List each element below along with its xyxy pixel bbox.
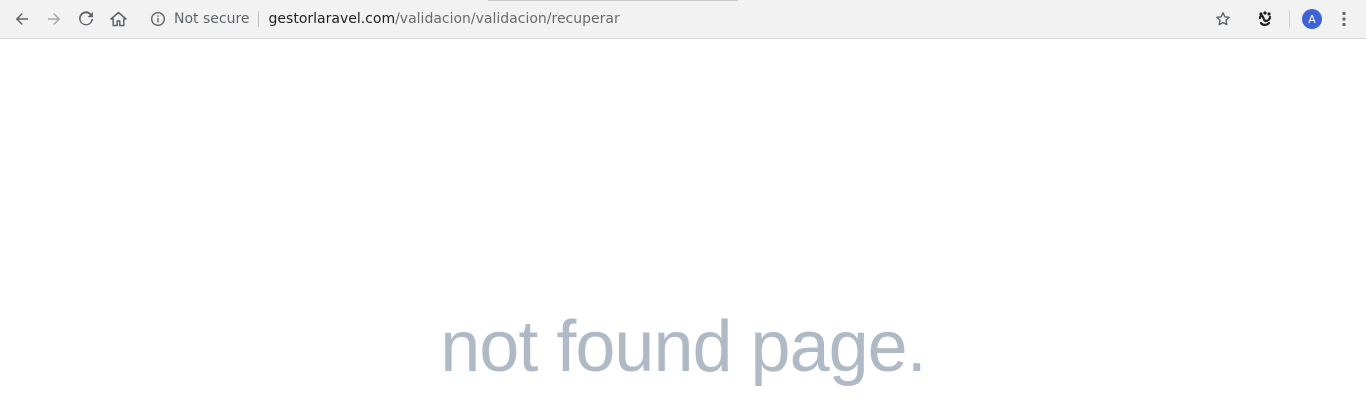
url-host[interactable]: gestorlaravel.com bbox=[269, 11, 396, 27]
omnibox-divider bbox=[257, 11, 259, 27]
profile-button[interactable]: A bbox=[1299, 6, 1325, 32]
extension-button[interactable] bbox=[1252, 6, 1278, 32]
page-content: not found page. bbox=[0, 39, 1366, 405]
security-label[interactable]: Not secure bbox=[174, 11, 250, 27]
star-icon bbox=[1216, 12, 1230, 26]
browser-menu-button[interactable] bbox=[1331, 6, 1357, 32]
not-found-message: not found page. bbox=[440, 307, 926, 387]
arrow-right-icon bbox=[48, 13, 61, 25]
arrow-left-icon bbox=[15, 13, 28, 25]
kebab-menu-icon bbox=[1342, 11, 1346, 27]
home-button[interactable] bbox=[105, 6, 131, 32]
address-bar[interactable]: Not secure gestorlaravel.com/validacion/… bbox=[140, 4, 1240, 34]
forward-button[interactable] bbox=[41, 6, 67, 32]
avatar: A bbox=[1302, 9, 1322, 29]
reload-icon bbox=[79, 11, 93, 26]
toolbar-separator bbox=[1289, 10, 1290, 28]
home-icon bbox=[109, 11, 127, 27]
browser-toolbar: Not secure gestorlaravel.com/validacion/… bbox=[0, 0, 1366, 39]
tab-indicator bbox=[488, 0, 738, 1]
reload-button[interactable] bbox=[73, 6, 99, 32]
info-icon[interactable] bbox=[150, 11, 166, 27]
bookmark-button[interactable] bbox=[1210, 6, 1236, 32]
url-path[interactable]: /validacion/validacion/recuperar bbox=[395, 11, 620, 27]
back-button[interactable] bbox=[9, 6, 35, 32]
extension-icon bbox=[1258, 11, 1272, 26]
